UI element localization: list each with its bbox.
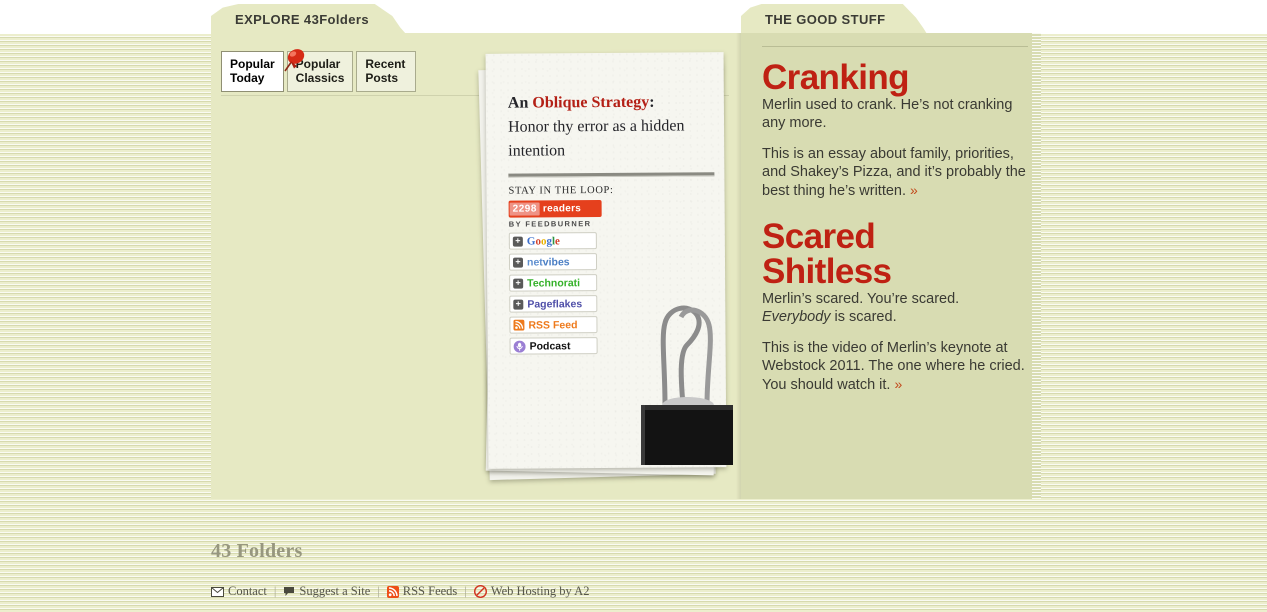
stay-in-the-loop-label: STAY IN THE LOOP:	[508, 184, 614, 197]
footer-link-rss-feeds[interactable]: RSS Feeds	[386, 584, 458, 599]
scared-shitless-lead: Merlin’s scared. You’re scared. Everybod…	[762, 290, 1028, 326]
subtab-popular-today-line1: Popular	[230, 57, 275, 71]
subscribe-button-technorati[interactable]: + Technorati	[509, 274, 598, 292]
subscribe-label-technorati: Technorati	[527, 276, 581, 290]
footer-separator: |	[464, 584, 467, 598]
pushpin-icon	[281, 44, 307, 74]
oblique-strategy: An Oblique Strategy: Honor thy error as …	[508, 90, 704, 163]
footer-link-suggest-a-site[interactable]: Suggest a Site	[283, 584, 370, 599]
scared-lead-b: is scared.	[830, 308, 897, 325]
oblique-colon: :	[649, 93, 655, 111]
footer-link-contact-label: Contact	[228, 584, 267, 598]
a2-hosting-icon	[473, 585, 487, 598]
footer-link-hosting-label: Web Hosting by A2	[490, 584, 590, 598]
subtab-recent-posts-line1: Recent	[365, 57, 406, 71]
subscribe-button-pageflakes[interactable]: + Pageflakes	[509, 295, 598, 313]
cranking-more-link[interactable]: »	[910, 182, 918, 198]
feedburner-counter[interactable]: 2298 readers	[508, 200, 602, 218]
subtab-popular-today[interactable]: Popular Today	[221, 51, 284, 92]
paper-stack: An Oblique Strategy: Honor thy error as …	[470, 45, 760, 485]
oblique-prefix: An	[507, 94, 533, 112]
subscribe-label-podcast: Podcast	[529, 339, 571, 353]
feedburner-readers-label: readers	[542, 203, 582, 215]
scared-shitless-title-line2[interactable]: Shitless	[762, 254, 1028, 289]
footer-link-web-hosting[interactable]: Web Hosting by A2	[473, 584, 590, 599]
tab-the-good-stuff[interactable]: THE GOOD STUFF	[741, 4, 927, 34]
explore-subtabs: Popular Today Popular Classics Recent Po…	[221, 51, 417, 92]
footer-site-title: 43 Folders	[211, 540, 303, 562]
footer-separator: |	[273, 584, 277, 598]
plus-icon: +	[513, 278, 524, 289]
plus-icon: +	[512, 236, 523, 247]
plus-icon: +	[512, 257, 524, 268]
plus-icon: +	[513, 299, 524, 310]
cranking-lead: Merlin used to crank. He’s not cranking …	[762, 96, 1013, 131]
subtab-recent-posts[interactable]: Recent Posts	[356, 51, 417, 92]
oblique-strategy-body: Honor thy error as a hidden intention	[508, 117, 685, 160]
scared-lead-a: Merlin’s scared. You’re scared.	[762, 290, 960, 307]
subscribe-button-netvibes[interactable]: + netvibes	[508, 253, 598, 271]
good-stuff-content: Cranking Merlin used to crank. He’s not …	[762, 46, 1028, 407]
cranking-body-text: This is an essay about family, prioritie…	[762, 145, 1026, 199]
tab-explore-43folders[interactable]: EXPLORE 43Folders	[211, 4, 406, 34]
scared-shitless-title-line1[interactable]: Scared	[762, 219, 1028, 254]
top-gutter	[0, 0, 1267, 34]
rss-icon	[513, 319, 525, 331]
subscribe-label-netvibes: netvibes	[526, 255, 570, 269]
envelope-icon	[211, 586, 224, 597]
scared-shitless-body: This is the video of Merlin’s keynote at…	[762, 339, 1028, 394]
good-stuff-item-scared-shitless: Scared Shitless Merlin’s scared. You’re …	[762, 219, 1028, 394]
footer-link-contact[interactable]: Contact	[211, 584, 267, 599]
rss-icon	[386, 585, 399, 598]
paper-divider	[508, 172, 715, 178]
feedburner-attribution: BY FEEDBURNER	[508, 219, 592, 229]
speech-bubble-icon	[283, 586, 295, 597]
subtab-popular-today-line2: Today	[230, 71, 265, 85]
footer-separator: |	[377, 584, 380, 598]
scared-more-link[interactable]: »	[894, 376, 902, 392]
podcast-icon	[513, 340, 526, 353]
footer-links: Contact | Suggest a Site | RSS Feeds | W…	[211, 584, 589, 599]
subscribe-label-google: Google	[526, 234, 560, 248]
cranking-body: This is an essay about family, prioritie…	[762, 145, 1028, 200]
tab-good-stuff-label: THE GOOD STUFF	[765, 11, 886, 27]
subtab-recent-posts-line2: Posts	[365, 71, 399, 85]
subscribe-label-rss-feed: RSS Feed	[528, 318, 578, 332]
good-stuff-divider	[762, 46, 1028, 47]
feedburner-count: 2298	[509, 202, 540, 216]
footer-link-rss-label: RSS Feeds	[402, 584, 458, 598]
tab-explore-label: EXPLORE 43Folders	[235, 11, 369, 27]
cranking-title[interactable]: Cranking	[762, 60, 1028, 95]
good-stuff-item-cranking: Cranking Merlin used to crank. He’s not …	[762, 60, 1028, 200]
subscribe-button-podcast[interactable]: Podcast	[509, 337, 598, 355]
binder-clip-icon	[625, 285, 737, 467]
subscribe-button-rss-feed[interactable]: RSS Feed	[509, 316, 598, 334]
oblique-strategy-title: Oblique Strategy	[532, 93, 650, 112]
subscribe-button-google[interactable]: + Google	[508, 232, 597, 250]
subscribe-label-pageflakes: Pageflakes	[527, 297, 583, 311]
scared-lead-emphasis: Everybody	[762, 308, 831, 325]
footer-link-suggest-label: Suggest a Site	[299, 584, 371, 598]
